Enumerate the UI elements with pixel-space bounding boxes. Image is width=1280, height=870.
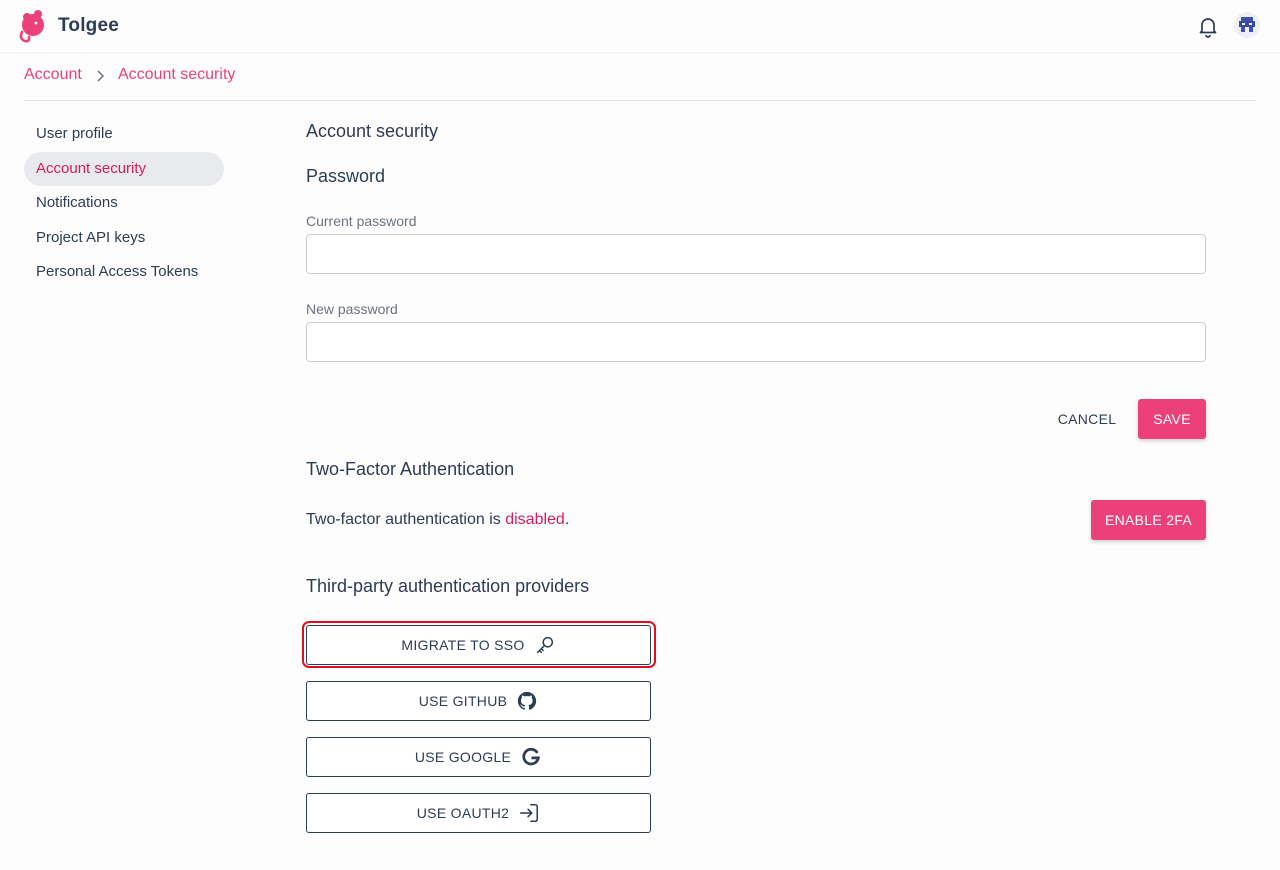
sidebar-item-notifications[interactable]: Notifications <box>24 186 224 220</box>
migrate-to-sso-button[interactable]: MIGRATE TO SSO <box>306 625 651 665</box>
login-arrow-icon <box>520 803 539 823</box>
use-oauth2-label: USE OAUTH2 <box>416 805 510 821</box>
tolgee-logo-icon[interactable] <box>16 8 48 44</box>
notifications-bell-icon[interactable] <box>1196 14 1220 38</box>
two-factor-status-suffix: . <box>564 511 570 528</box>
cancel-button[interactable]: CANCEL <box>1048 400 1126 438</box>
new-password-label: New password <box>306 301 398 317</box>
current-password-input[interactable] <box>306 234 1206 274</box>
use-oauth2-button[interactable]: USE OAUTH2 <box>306 793 651 833</box>
sidebar-item-account-security[interactable]: Account security <box>24 152 224 186</box>
top-bar: Tolgee <box>0 0 1280 52</box>
third-party-heading: Third-party authentication providers <box>306 576 590 596</box>
use-google-button[interactable]: USE GOOGLE <box>306 737 651 777</box>
current-password-label: Current password <box>306 213 417 229</box>
two-factor-status-prefix: Two-factor authentication is <box>306 511 506 528</box>
user-avatar[interactable] <box>1234 12 1260 38</box>
breadcrumb-divider <box>24 100 1256 101</box>
use-github-label: USE GITHUB <box>418 693 508 709</box>
new-password-input[interactable] <box>306 322 1206 362</box>
sidebar-item-project-api-keys[interactable]: Project API keys <box>24 221 224 255</box>
breadcrumb-current[interactable]: Account security <box>118 66 235 84</box>
breadcrumb-account[interactable]: Account <box>24 66 82 84</box>
migrate-to-sso-label: MIGRATE TO SSO <box>401 637 525 653</box>
chevron-right-icon <box>97 70 105 82</box>
password-heading: Password <box>306 166 386 186</box>
save-button[interactable]: SAVE <box>1138 399 1206 439</box>
google-icon <box>522 747 541 766</box>
page-title: Account security <box>306 121 439 141</box>
two-factor-status: Two-factor authentication is disabled. <box>306 511 569 529</box>
enable-2fa-button[interactable]: ENABLE 2FA <box>1091 500 1206 540</box>
github-icon <box>518 691 537 710</box>
two-factor-status-value: disabled <box>505 511 565 528</box>
avatar-pixel-icon <box>1239 17 1255 32</box>
key-icon <box>536 636 553 654</box>
use-google-label: USE GOOGLE <box>414 749 512 765</box>
sidebar-item-user-profile[interactable]: User profile <box>24 117 224 151</box>
two-factor-heading: Two-Factor Authentication <box>306 459 515 479</box>
sidebar-item-personal-access-tokens[interactable]: Personal Access Tokens <box>24 255 224 289</box>
app-brand[interactable]: Tolgee <box>58 15 119 37</box>
use-github-button[interactable]: USE GITHUB <box>306 681 651 721</box>
